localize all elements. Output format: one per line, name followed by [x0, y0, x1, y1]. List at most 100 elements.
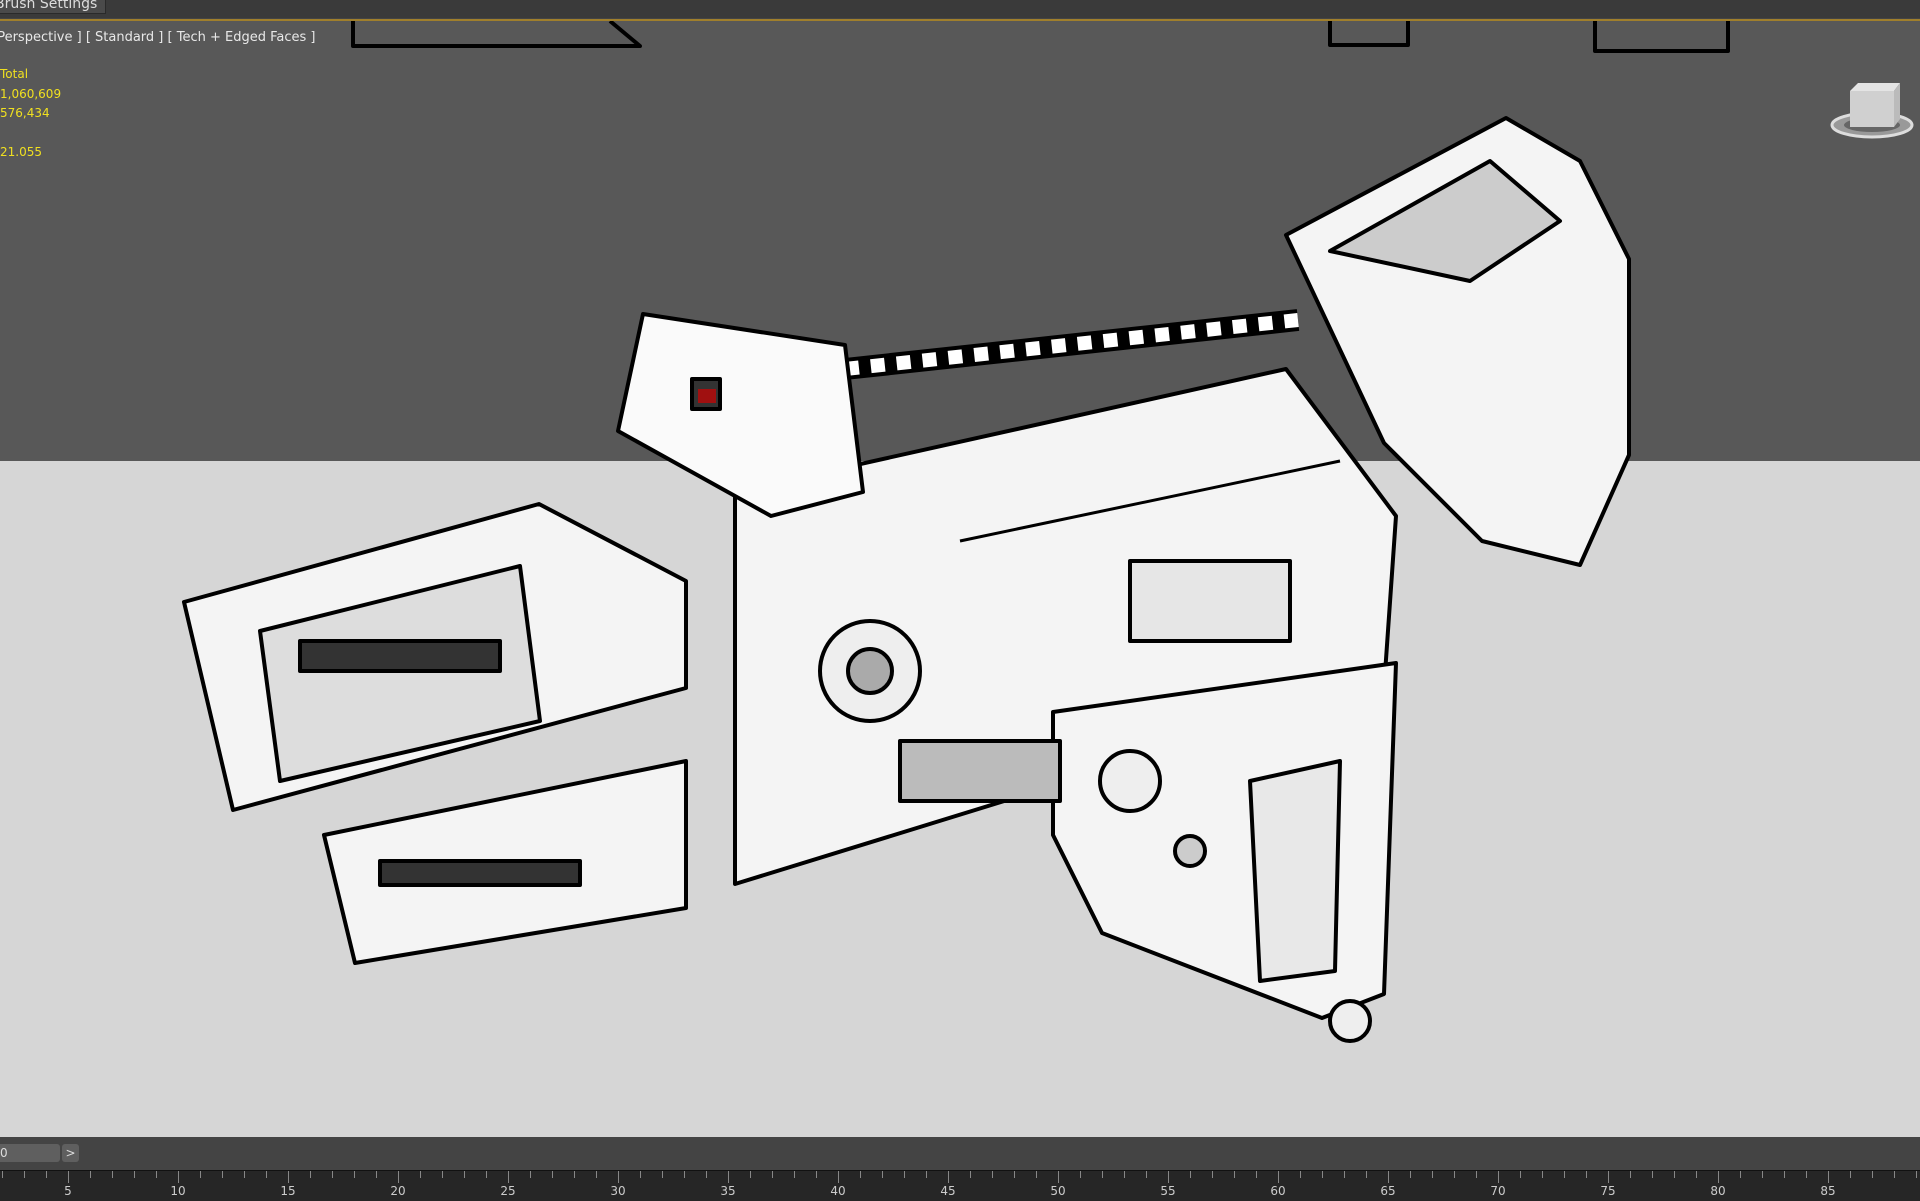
- ruler-tick-label: 5: [64, 1184, 72, 1198]
- ruler-tick-label: 60: [1270, 1184, 1286, 1198]
- ruler-tick: [618, 1171, 619, 1183]
- ruler-tick: [1146, 1171, 1147, 1178]
- ruler-tick: [1432, 1171, 1433, 1178]
- ruler-tick: [1740, 1171, 1741, 1178]
- ruler-tick: [1256, 1171, 1257, 1178]
- ruler-tick: [1916, 1171, 1917, 1178]
- ruler-tick: [1410, 1171, 1411, 1178]
- ruler-tick: [376, 1171, 377, 1178]
- stats-fps: 21.055: [0, 145, 42, 159]
- ruler-tick: [838, 1171, 839, 1183]
- ruler-tick: [1058, 1171, 1059, 1183]
- ruler-tick: [464, 1171, 465, 1178]
- top-panel-bar: Brush Settings: [0, 0, 1920, 18]
- ruler-tick: [1542, 1171, 1543, 1178]
- ammo-belt: [843, 309, 1300, 380]
- ruler-tick: [1630, 1171, 1631, 1178]
- control-box: [616, 312, 865, 518]
- ruler-tick: [1014, 1171, 1015, 1178]
- ruler-tick: [1454, 1171, 1455, 1178]
- grip: [1051, 661, 1398, 1020]
- ruler-tick: [310, 1171, 311, 1178]
- ruler-tick: [288, 1171, 289, 1183]
- ruler-tick-label: 35: [720, 1184, 736, 1198]
- ruler-tick: [68, 1171, 69, 1183]
- ruler-tick: [1674, 1171, 1675, 1178]
- ruler-tick: [244, 1171, 245, 1178]
- clipped-outline: [1593, 21, 1730, 53]
- ruler-tick-label: 30: [610, 1184, 626, 1198]
- viewport-label[interactable]: [ Perspective ] [ Standard ] [ Tech + Ed…: [0, 30, 315, 45]
- ruler-tick-label: 15: [280, 1184, 296, 1198]
- ruler-tick: [90, 1171, 91, 1178]
- stats-verts: 576,434: [0, 106, 50, 120]
- ruler-tick: [860, 1171, 861, 1178]
- ruler-tick: [662, 1171, 663, 1178]
- ruler-tick: [926, 1171, 927, 1178]
- ruler-tick: [1762, 1171, 1763, 1178]
- ruler-tick-label: 70: [1490, 1184, 1506, 1198]
- ruler-tick: [332, 1171, 333, 1178]
- ruler-tick: [112, 1171, 113, 1178]
- ruler-tick: [728, 1171, 729, 1183]
- ruler-tick: [1300, 1171, 1301, 1178]
- ruler-tick: [1564, 1171, 1565, 1178]
- time-slider-panel: 0 > 51015202530354045505560657075808590: [0, 1137, 1920, 1201]
- ruler-tick: [1894, 1171, 1895, 1178]
- ruler-tick: [882, 1171, 883, 1178]
- ruler-tick-label: 20: [390, 1184, 406, 1198]
- viewcube-icon[interactable]: [1828, 73, 1916, 143]
- ruler-tick-label: 25: [500, 1184, 516, 1198]
- ruler-tick: [1190, 1171, 1191, 1178]
- ruler-tick: [1036, 1171, 1037, 1178]
- ruler-tick: [1278, 1171, 1279, 1183]
- perspective-viewport[interactable]: [ Perspective ] [ Standard ] [ Tech + Ed…: [0, 19, 1920, 1139]
- ruler-tick: [222, 1171, 223, 1178]
- ruler-tick: [1124, 1171, 1125, 1178]
- ruler-tick: [1498, 1171, 1499, 1183]
- 3d-model-gun: [182, 21, 1730, 1043]
- ruler-tick: [486, 1171, 487, 1178]
- ruler-tick: [574, 1171, 575, 1178]
- ruler-tick: [1828, 1171, 1829, 1183]
- ruler-tick: [1652, 1171, 1653, 1178]
- ruler-tick: [354, 1171, 355, 1178]
- ruler-tick: [178, 1171, 179, 1183]
- ruler-tick-label: 10: [170, 1184, 186, 1198]
- ruler-tick: [772, 1171, 773, 1178]
- ruler-tick: [992, 1171, 993, 1178]
- ruler-tick: [794, 1171, 795, 1178]
- ruler-tick: [1784, 1171, 1785, 1178]
- ruler-tick: [1234, 1171, 1235, 1178]
- ruler-tick: [1366, 1171, 1367, 1178]
- next-frame-button[interactable]: >: [62, 1144, 79, 1162]
- statistics-overlay: Total 1,060,609 576,434 21.055: [0, 65, 61, 163]
- ruler-tick: [596, 1171, 597, 1178]
- ruler-tick: [1344, 1171, 1345, 1178]
- brush-settings-tab[interactable]: Brush Settings: [0, 0, 107, 14]
- ruler-tick: [1718, 1171, 1719, 1183]
- ruler-tick: [706, 1171, 707, 1178]
- ruler-tick: [684, 1171, 685, 1178]
- ruler-tick-label: 45: [940, 1184, 956, 1198]
- ruler-tick: [1388, 1171, 1389, 1183]
- stats-header: Total: [0, 67, 29, 81]
- ruler-tick: [398, 1171, 399, 1183]
- ruler-tick: [1872, 1171, 1873, 1178]
- ruler-tick: [530, 1171, 531, 1178]
- ruler-tick-label: 55: [1160, 1184, 1176, 1198]
- ruler-tick: [266, 1171, 267, 1178]
- ruler-tick: [2, 1171, 3, 1178]
- ruler-tick: [200, 1171, 201, 1178]
- ruler-tick: [1520, 1171, 1521, 1178]
- ruler-tick-label: 50: [1050, 1184, 1066, 1198]
- ruler-tick: [816, 1171, 817, 1178]
- ruler-tick: [1850, 1171, 1851, 1178]
- ruler-tick: [1080, 1171, 1081, 1178]
- ruler-tick-label: 85: [1820, 1184, 1836, 1198]
- track-bar-ruler[interactable]: 51015202530354045505560657075808590: [0, 1170, 1920, 1201]
- ruler-tick: [1608, 1171, 1609, 1183]
- ruler-tick: [442, 1171, 443, 1178]
- ruler-tick: [1212, 1171, 1213, 1178]
- time-slider[interactable]: 0: [0, 1144, 60, 1162]
